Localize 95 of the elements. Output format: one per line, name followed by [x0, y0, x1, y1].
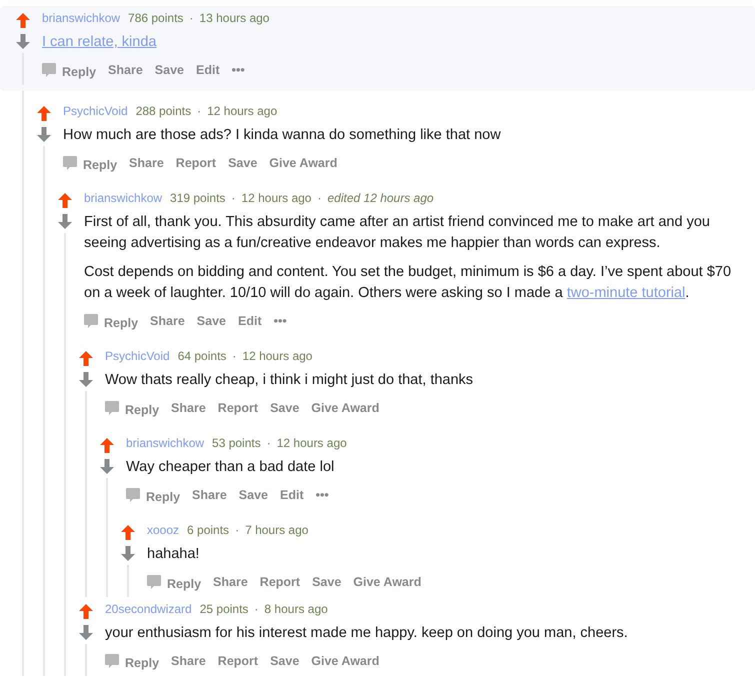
- comment-action-button[interactable]: Edit: [238, 314, 262, 328]
- upvote-arrow-icon[interactable]: [58, 193, 72, 208]
- upvote-arrow-icon[interactable]: [36, 106, 50, 121]
- downvote-arrow-icon[interactable]: [36, 127, 50, 142]
- comment-action-button[interactable]: Save: [228, 156, 258, 170]
- comment-action-button[interactable]: Share: [108, 63, 143, 77]
- comment-action-button[interactable]: Share: [129, 156, 164, 170]
- comment-text: How much are those ads? I kinda wanna do something like that now: [63, 126, 502, 145]
- comment-action-button[interactable]: Report: [260, 575, 300, 589]
- meta-text: 64 points: [178, 349, 226, 363]
- comment-action-button[interactable]: Share: [171, 401, 206, 415]
- reply-button[interactable]: Reply: [105, 399, 160, 417]
- downvote-arrow-icon[interactable]: [78, 372, 92, 387]
- meta-text: edited 12 hours ago: [327, 191, 434, 205]
- reply-button[interactable]: Reply: [105, 652, 160, 670]
- upvote-arrow-icon[interactable]: [16, 13, 30, 28]
- reply-button[interactable]: Reply: [63, 154, 118, 172]
- reply-button[interactable]: Reply: [147, 573, 202, 591]
- comment-text: Wow thats really cheap, i think i might just do that, thanks: [105, 371, 474, 390]
- username-link[interactable]: xoooz: [147, 523, 180, 537]
- comment-bubble-icon: [105, 401, 119, 415]
- downvote-arrow-icon[interactable]: [100, 459, 114, 474]
- meta-text: 12 hours ago: [207, 104, 278, 118]
- comment-action-button[interactable]: Save: [238, 488, 268, 502]
- username-link[interactable]: 20secondwizard: [105, 602, 192, 616]
- downvote-arrow-icon[interactable]: [58, 214, 72, 229]
- reply-button[interactable]: Reply: [126, 486, 180, 504]
- comment-action-button[interactable]: Save: [270, 654, 300, 668]
- username-link[interactable]: brianswichkow: [126, 436, 204, 450]
- comment-bubble-icon: [105, 654, 119, 668]
- comment-action-button[interactable]: Report: [176, 156, 216, 170]
- comment-bubble-icon: [126, 488, 140, 502]
- meta-text: 319 points: [170, 191, 226, 205]
- username-link[interactable]: brianswichkow: [84, 191, 162, 205]
- downvote-arrow-icon[interactable]: [120, 546, 134, 561]
- username-link[interactable]: PsychicVoid: [105, 349, 170, 363]
- meta-text: ·: [189, 11, 194, 25]
- comment-bubble-icon: [84, 314, 98, 328]
- text-link[interactable]: two-minute tutorial: [566, 285, 686, 301]
- text-link[interactable]: I can relate, kinda: [42, 34, 156, 50]
- comment-action-button[interactable]: Save: [312, 575, 342, 589]
- comment-text: First of all, thank you. This absurdity came after an artist friend convinced me to make art and you seeing advertising as a fun/creative endeavor makes me happier than words can express.: [84, 213, 711, 253]
- comment-bubble-icon: [63, 156, 77, 170]
- meta-text: ·: [266, 436, 271, 450]
- meta-text: ·: [317, 191, 322, 205]
- meta-text: 25 points: [200, 602, 248, 616]
- meta-text: ·: [254, 602, 258, 616]
- comment-bubble-icon: [42, 63, 56, 77]
- upvote-arrow-icon[interactable]: [100, 438, 114, 453]
- comment-action-button[interactable]: Share: [213, 575, 248, 589]
- meta-text: ·: [197, 104, 202, 118]
- comment-action-button[interactable]: Report: [218, 401, 258, 415]
- meta-text: 12 hours ago: [241, 191, 312, 205]
- upvote-arrow-icon[interactable]: [78, 604, 92, 619]
- comment-action-button[interactable]: Report: [218, 654, 258, 668]
- comment-action-button[interactable]: Share: [192, 488, 227, 502]
- meta-text: 288 points: [136, 104, 192, 118]
- username-link[interactable]: brianswichkow: [42, 11, 120, 25]
- downvote-arrow-icon[interactable]: [78, 625, 92, 640]
- meta-text: 7 hours ago: [245, 523, 308, 537]
- comment-text: Cost depends on bidding and content. You set the budget, minimum is $6 a day. I’ve spent about $70 on a week of laughter. 10/10 will do again. Others were asking so I made a two-minute tutorial.: [84, 263, 732, 303]
- comment-action-button[interactable]: Give Award: [311, 401, 380, 415]
- comment-action-button[interactable]: Save: [270, 401, 300, 415]
- comment-text: Way cheaper than a bad date lol: [126, 458, 336, 477]
- meta-text: 13 hours ago: [199, 11, 270, 25]
- more-options-button[interactable]: •••: [274, 314, 287, 328]
- more-options-button[interactable]: •••: [232, 63, 245, 77]
- comment-action-button[interactable]: Save: [196, 314, 226, 328]
- comment-action-button[interactable]: Save: [154, 63, 184, 77]
- downvote-arrow-icon[interactable]: [16, 34, 30, 49]
- upvote-arrow-icon[interactable]: [78, 351, 92, 366]
- comment-text: hahaha!: [147, 545, 200, 564]
- reply-button[interactable]: Reply: [42, 61, 96, 79]
- comment-action-button[interactable]: Give Award: [269, 156, 338, 170]
- upvote-arrow-icon[interactable]: [120, 525, 134, 540]
- reply-button[interactable]: Reply: [84, 312, 138, 330]
- meta-text: ·: [231, 191, 236, 205]
- comment-text: your enthusiasm for his interest made me happy. keep on doing you man, cheers.: [105, 624, 629, 643]
- comment-action-button[interactable]: Give Award: [311, 654, 380, 668]
- comment-action-button[interactable]: Edit: [280, 488, 304, 502]
- meta-text: 6 points: [187, 523, 230, 537]
- meta-text: 12 hours ago: [276, 436, 347, 450]
- comment-action-button[interactable]: Share: [150, 314, 185, 328]
- meta-text: ·: [235, 523, 240, 537]
- username-link[interactable]: PsychicVoid: [63, 104, 128, 118]
- more-options-button[interactable]: •••: [316, 488, 329, 502]
- meta-text: 8 hours ago: [264, 602, 328, 616]
- comment-action-button[interactable]: Give Award: [353, 575, 422, 589]
- meta-text: 53 points: [212, 436, 261, 450]
- meta-text: 786 points: [128, 11, 184, 25]
- comment-action-button[interactable]: Edit: [196, 63, 220, 77]
- meta-text: ·: [232, 349, 236, 363]
- comment-action-button[interactable]: Share: [171, 654, 206, 668]
- comment-bubble-icon: [147, 575, 161, 589]
- meta-text: 12 hours ago: [242, 349, 312, 363]
